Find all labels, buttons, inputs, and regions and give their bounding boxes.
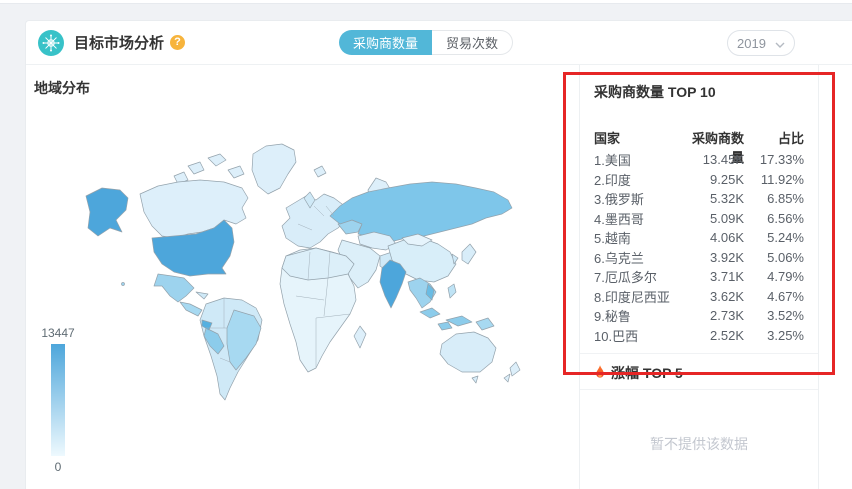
country-india [379,259,407,309]
cell-count: 2.73K [710,308,744,324]
cell-pct: 5.24% [767,230,804,246]
divider [580,353,818,354]
year-dropdown[interactable]: 2019 [727,30,795,56]
table-row: 9.秘鲁 2.73K 3.52% [594,306,804,326]
country-russia [329,181,513,243]
cell-count: 3.92K [710,249,744,265]
divider [580,389,818,390]
legend-gradient-bar [51,344,65,456]
cell-country: 1.美国 [594,153,631,169]
table-row: 3.俄罗斯 5.32K 6.85% [594,189,804,209]
country-alaska [85,187,129,237]
cell-country: 3.俄罗斯 [594,192,644,208]
country-madagascar [353,325,367,349]
cell-country: 10.巴西 [594,328,639,344]
cell-count: 2.52K [710,327,744,343]
cell-pct: 6.56% [767,210,804,226]
cell-country: 5.越南 [594,231,631,247]
cell-pct: 3.25% [767,327,804,343]
card-header: 目标市场分析 ? 采购商数量 贸易次数 2019 [26,21,852,65]
previous-card-edge [0,0,852,4]
cell-count: 3.62K [710,288,744,304]
stats-panel: 采购商数量 TOP 10 国家 采购商数量 占比 1.美国 13.45K 17.… [579,65,819,489]
tab-trade-count[interactable]: 贸易次数 [432,30,514,55]
map-countries [85,143,521,401]
table-row: 8.印度尼西亚 3.62K 4.67% [594,287,804,307]
chevron-down-icon [775,36,785,51]
table-row: 7.厄瓜多尔 3.71K 4.79% [594,267,804,287]
cell-count: 4.06K [710,230,744,246]
table-row: 6.乌克兰 3.92K 5.06% [594,248,804,268]
top10-table-body: 1.美国 13.45K 17.33% 2.印度 9.25K 11.92% 3.俄… [594,150,804,345]
rise-top5-title: 涨幅 TOP 5 [594,364,804,383]
target-market-card: 目标市场分析 ? 采购商数量 贸易次数 2019 地域分布 13447 0 采购… [25,20,852,489]
cell-pct: 17.33% [759,152,804,168]
cell-pct: 3.52% [767,308,804,324]
col-pct: 占比 [777,131,804,146]
cell-country: 9.秘鲁 [594,309,631,325]
country-greenland [251,143,297,195]
table-row: 2.印度 9.25K 11.92% [594,170,804,190]
metric-toggle: 采购商数量 贸易次数 [339,30,514,55]
cell-country: 7.厄瓜多尔 [594,270,657,286]
year-value: 2019 [737,35,766,51]
cell-count: 3.71K [710,269,744,285]
table-row: 10.巴西 2.52K 3.25% [594,326,804,346]
table-row: 1.美国 13.45K 17.33% [594,150,804,170]
cell-country: 4.墨西哥 [594,211,644,227]
cell-pct: 4.79% [767,269,804,285]
top10-title: 采购商数量 TOP 10 [594,84,716,100]
page-title: 目标市场分析 [74,35,165,52]
tab-buyer-count[interactable]: 采购商数量 [339,30,433,55]
cell-count: 13.45K [702,152,744,168]
cell-count: 5.09K [710,210,744,226]
world-map[interactable] [28,96,573,471]
cell-country: 8.印度尼西亚 [594,289,670,305]
col-count: 采购商数量 [691,131,744,165]
cell-country: 6.乌克兰 [594,250,644,266]
legend-min-label: 0 [54,460,62,474]
cell-pct: 11.92% [760,171,804,187]
cell-country: 2.印度 [594,172,631,188]
table-row: 5.越南 4.06K 5.24% [594,228,804,248]
cell-pct: 5.06% [767,249,804,265]
country-japan [461,243,477,265]
country-mexico [153,273,195,303]
card-body: 地域分布 13447 0 采购商数量 TOP 10 国家 采购商数量 占比 1.… [26,65,852,489]
table-row: 4.墨西哥 5.09K 6.56% [594,209,804,229]
map-panel: 地域分布 13447 0 [26,65,579,489]
map-title: 地域分布 [34,80,90,96]
flame-icon [594,364,606,383]
col-country: 国家 [594,131,621,146]
empty-state-text: 暂不提供该数据 [650,436,748,452]
target-market-icon [38,29,64,56]
top10-table-header: 国家 采购商数量 占比 [594,128,804,165]
map-legend: 13447 0 [36,326,80,474]
cell-count: 9.25K [710,171,744,187]
cell-pct: 6.85% [767,191,804,207]
cell-pct: 4.67% [767,288,804,304]
country-australia [439,331,497,373]
cell-count: 5.32K [710,191,744,207]
legend-max-label: 13447 [41,326,75,340]
help-icon[interactable]: ? [170,35,186,50]
rise-title-label: 涨幅 TOP 5 [611,365,683,381]
